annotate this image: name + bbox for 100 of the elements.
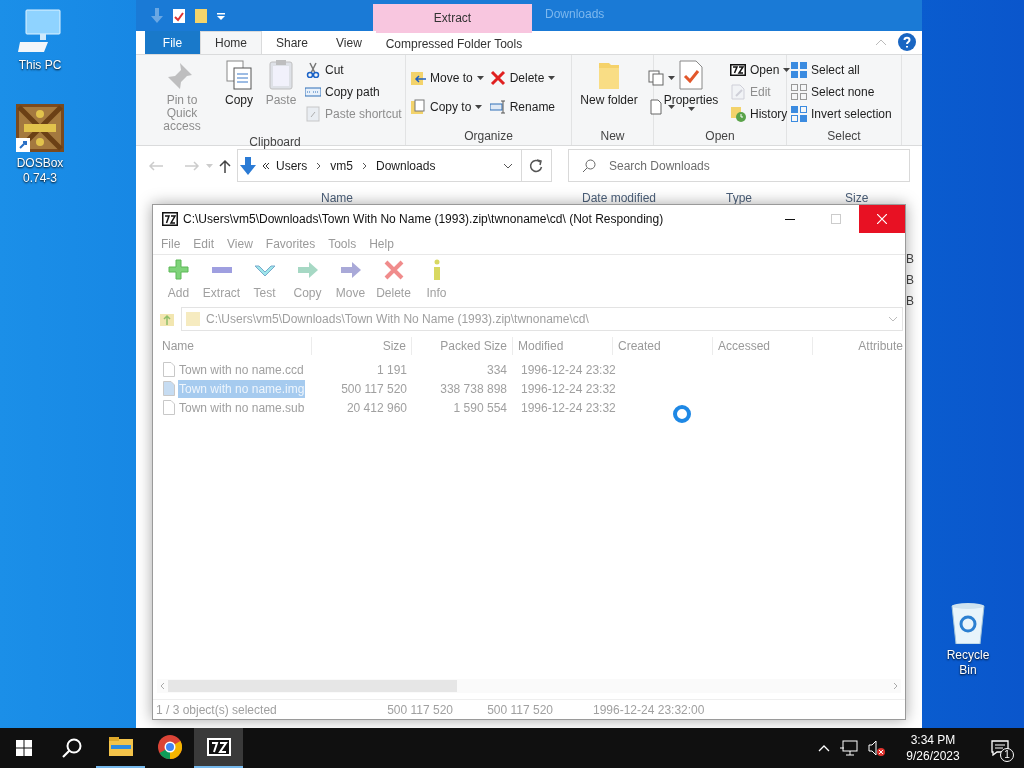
horizontal-scrollbar[interactable] — [157, 679, 901, 693]
ribbon-button[interactable]: New folder — [576, 59, 642, 107]
desktop-icon-label[interactable]: Recycle Bin — [940, 648, 996, 678]
network-icon — [840, 740, 858, 756]
column-header[interactable]: Date modified — [582, 189, 657, 207]
copy-item-icon — [648, 70, 664, 86]
ribbon-button[interactable]: Rename — [489, 96, 556, 118]
delete-icon — [489, 70, 506, 86]
scrollbar-thumb[interactable] — [168, 680, 457, 692]
ribbon-tab[interactable]: Share — [262, 31, 323, 54]
group-label: New — [599, 128, 626, 145]
select-all-icon — [791, 62, 807, 78]
clock-time[interactable]: 3:34 PM — [910, 732, 956, 748]
taskbar-app-button[interactable] — [194, 728, 243, 768]
file-tab[interactable]: File — [145, 31, 200, 54]
desktop-icon-label[interactable]: DOSBox 0.74-3 — [12, 156, 68, 186]
menu-item[interactable]: File — [161, 234, 181, 253]
column-header[interactable]: Attribute — [813, 337, 905, 355]
window-title: C:\Users\vm5\Downloads\Town With No Name (1993).zip\twnoname\cd\ (Not Responding) — [183, 211, 664, 228]
notification-button[interactable]: 1 — [980, 728, 1020, 768]
history-icon — [730, 106, 746, 122]
column-header[interactable]: Created — [613, 337, 713, 355]
file-name[interactable]: Town with no name.ccd — [178, 360, 305, 379]
notification-icon — [991, 740, 1009, 756]
ribbon-button[interactable]: Copy path — [305, 81, 402, 103]
toolbar-button[interactable]: Extract — [200, 259, 243, 302]
table-cell-text: 334 — [485, 361, 508, 379]
file-icon — [163, 381, 175, 396]
column-header[interactable]: Modified — [513, 337, 613, 355]
breadcrumb-item[interactable]: Users — [276, 156, 308, 175]
ribbon-button[interactable]: Move to — [410, 67, 484, 89]
contextual-tab-header: Extract — [373, 4, 532, 31]
windows-icon — [16, 740, 32, 756]
menu-item[interactable]: Edit — [193, 234, 215, 253]
ribbon-button[interactable]: Cut — [305, 59, 402, 81]
file-name[interactable]: Town with no name.sub — [178, 398, 306, 417]
ribbon-button[interactable]: History — [730, 103, 791, 125]
computer-icon — [18, 8, 62, 54]
shortcut-icon — [305, 106, 321, 122]
breadcrumb-item[interactable]: vm5 — [330, 156, 353, 175]
address-bar[interactable]: Users vm5 Downloads — [237, 149, 522, 182]
dropdown-chevron-icon — [502, 162, 513, 169]
group-label: Select — [826, 128, 862, 145]
column-header[interactable]: Type — [726, 189, 752, 207]
ribbon-tab[interactable]: Home — [200, 31, 262, 54]
move-folder-icon — [410, 70, 426, 86]
ribbon-button[interactable]: Properties — [658, 59, 724, 111]
folder-icon — [194, 7, 208, 24]
back-arrow-icon — [148, 159, 164, 172]
ribbon-button[interactable]: Open — [730, 59, 791, 81]
desktop-icon-label[interactable]: This PC — [12, 58, 68, 73]
column-header[interactable]: Size — [312, 337, 412, 355]
refresh-icon — [529, 158, 544, 173]
search-field[interactable]: Search Downloads — [568, 149, 910, 182]
menu-item[interactable]: Favorites — [265, 234, 316, 253]
forward-arrow-icon — [184, 159, 200, 172]
ribbon-button[interactable]: Copy to — [410, 96, 484, 118]
minus-icon — [210, 266, 233, 274]
folder-icon — [108, 737, 133, 757]
column-header[interactable]: Packed Size — [412, 337, 513, 355]
ribbon-button[interactable]: Select all — [791, 59, 892, 81]
column-header[interactable]: Name — [157, 337, 312, 355]
new-item-icon — [648, 99, 664, 115]
table-cell-text: 20 412 960 — [345, 399, 408, 417]
dropdown-chevron-icon — [888, 316, 898, 322]
table-cell-text: 500 117 520 — [340, 380, 408, 398]
toolbar-button[interactable]: Move — [329, 259, 372, 302]
ribbon-button[interactable]: Copy — [221, 59, 257, 107]
refresh-button[interactable] — [521, 149, 552, 182]
menu-item[interactable]: Help — [369, 234, 394, 253]
toolbar-button[interactable]: Add — [157, 259, 200, 302]
delete-icon — [382, 259, 405, 281]
toolbar-button[interactable]: Copy — [286, 259, 329, 302]
ribbon-button[interactable]: Invert selection — [791, 103, 892, 125]
right-arrow-icon — [296, 259, 319, 281]
rename-icon — [489, 99, 506, 115]
overflow-chevrons-icon — [262, 161, 270, 170]
path-field[interactable]: C:\Users\vm5\Downloads\Town With No Name (1993).zip\twnoname\cd\ — [181, 307, 903, 331]
menu-item[interactable]: View — [227, 234, 253, 253]
clock-date[interactable]: 9/26/2023 — [906, 748, 960, 764]
collapse-ribbon-icon — [876, 39, 886, 45]
up-folder-icon — [159, 311, 175, 327]
column-header[interactable]: Accessed — [713, 337, 813, 355]
seven-zip-icon — [206, 738, 231, 756]
dosbox-icon — [16, 104, 64, 152]
edit-icon — [730, 84, 746, 100]
breadcrumb-item[interactable]: Downloads — [376, 156, 436, 175]
ribbon-button[interactable]: Select none — [791, 81, 892, 103]
properties-icon — [172, 7, 186, 24]
copy-folder-icon — [410, 99, 426, 115]
close-icon — [877, 214, 887, 224]
column-header[interactable]: Size — [845, 189, 869, 207]
toolbar-button[interactable]: Test — [243, 259, 286, 302]
column-header[interactable]: Name — [321, 189, 353, 207]
ribbon-button[interactable]: Delete — [489, 67, 556, 89]
ribbon-tab[interactable]: View — [322, 31, 376, 54]
menu-item[interactable]: Tools — [328, 234, 357, 253]
toolbar-button[interactable]: Info — [415, 259, 458, 302]
maximize-icon — [831, 214, 841, 224]
toolbar-button[interactable]: Delete — [372, 259, 415, 302]
